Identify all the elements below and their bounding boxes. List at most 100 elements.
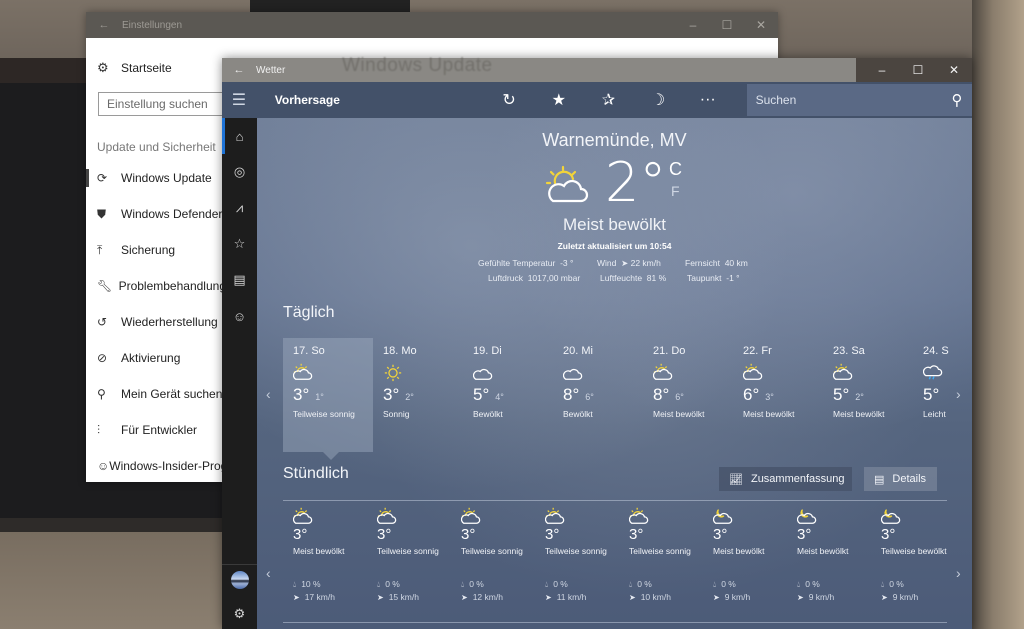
hourly-item: 3° Teilweise bewölkt 💧︎ 0 % ➤ 9 km/h xyxy=(871,506,955,602)
nav-maps[interactable]: ◎ xyxy=(222,154,257,190)
weather-toolbar: ☰ Vorhersage ↻ ★ ✰ ☽ ··· Suchen ⚲ xyxy=(222,82,973,118)
day-condition: Leicht xyxy=(923,409,946,419)
unit-fahrenheit-toggle[interactable]: F xyxy=(671,183,680,199)
list-document-icon: ▤ xyxy=(874,473,885,486)
precipitation-value: 0 % xyxy=(385,579,400,589)
hour-condition: Meist bewölkt xyxy=(293,546,345,556)
nav-forecast-home[interactable]: ⌂ xyxy=(222,118,257,154)
unpin-icon[interactable]: ✰ xyxy=(584,90,634,110)
minimize-button[interactable]: – xyxy=(864,63,900,77)
summary-button[interactable]: 📈︎ Zusammenfassung xyxy=(719,467,852,491)
wind: ➤ 9 km/h xyxy=(797,592,871,602)
weather-search-placeholder: Suchen xyxy=(755,93,797,107)
partly-moon-icon xyxy=(880,506,955,524)
back-arrow-icon[interactable]: ← xyxy=(86,19,122,31)
hourly-prev-arrow-icon[interactable]: ‹ xyxy=(266,565,271,581)
settings-titlebar: ← Einstellungen – ☐ ✕ xyxy=(86,12,778,38)
current-conditions: Warnemünde, MV 2° C F Meist bewölkt Zule… xyxy=(257,130,972,290)
settings-item-windows-defender[interactable]: ⛊ Windows Defender xyxy=(86,196,226,232)
wrench-icon: 🔧︎ xyxy=(97,279,113,293)
humidity-label: Luftfeuchte xyxy=(600,273,643,283)
settings-item-label: Problembehandlung xyxy=(118,279,226,293)
minimize-button[interactable]: – xyxy=(676,18,710,32)
close-button[interactable]: ✕ xyxy=(936,63,972,77)
hour-temp: 3° xyxy=(713,526,728,543)
current-details: Gefühlte Temperatur -3 ° Wind ➤ 22 km/h … xyxy=(257,258,972,290)
precipitation-value: 0 % xyxy=(889,579,904,589)
daily-item[interactable]: 18. Mo 3° 2° Sonnig xyxy=(373,338,463,452)
settings-home-link[interactable]: ⚙ Startseite xyxy=(86,53,226,83)
hamburger-menu-icon[interactable]: ☰ xyxy=(222,90,256,110)
weather-main: Warnemünde, MV 2° C F Meist bewölkt Zule… xyxy=(257,118,972,629)
settings-section-title: Update und Sicherheit xyxy=(97,140,216,154)
current-temperature: 2° xyxy=(605,151,667,214)
settings-item-aktivierung[interactable]: ⊘ Aktivierung xyxy=(86,340,226,376)
chart-icon: ⩘ xyxy=(235,200,244,215)
wind-direction-icon: ➤ xyxy=(629,593,636,602)
high-temp: 8° xyxy=(563,385,580,404)
nav-news[interactable]: ▤ xyxy=(222,262,257,298)
weather-search-input[interactable]: Suchen ⚲ xyxy=(746,84,973,116)
day-temps: 6° 3° xyxy=(743,385,823,405)
unit-celsius-toggle[interactable]: C xyxy=(669,159,682,180)
refresh-icon[interactable]: ↻ xyxy=(484,90,534,110)
moon-icon[interactable]: ☽ xyxy=(633,90,683,110)
day-name: 20. Mi xyxy=(563,345,593,357)
settings-item-sicherung[interactable]: ⤒ Sicherung xyxy=(86,232,226,268)
settings-item-fuer-entwickler[interactable]: ⫶ Für Entwickler xyxy=(86,412,226,448)
raindrop-icon: 💧︎ xyxy=(545,580,549,589)
raindrop-icon: 💧︎ xyxy=(293,580,297,589)
more-options-button[interactable]: ··· xyxy=(683,91,733,109)
high-temp: 6° xyxy=(743,385,760,404)
daily-item[interactable]: 20. Mi 8° 6° Bewölkt xyxy=(553,338,643,452)
daily-item[interactable]: 23. Sa 5° 2° Meist bewölkt xyxy=(823,338,913,452)
hour-temp: 3° xyxy=(629,526,644,543)
insider-icon: ☺ xyxy=(97,459,110,473)
wind-direction-icon: ➤ xyxy=(713,593,720,602)
wind-value: 9 km/h xyxy=(724,592,751,602)
daily-item[interactable]: 19. Di 5° 4° Bewölkt xyxy=(463,338,553,452)
settings-item-wiederherstellung[interactable]: ↺ Wiederherstellung xyxy=(86,304,226,340)
pressure-value: 1017,00 mbar xyxy=(527,273,581,283)
details-button[interactable]: ▤ Details xyxy=(864,467,937,491)
pressure-label: Luftdruck xyxy=(488,273,523,283)
visibility-value: 40 km xyxy=(724,258,748,268)
settings-nav: ⚙ Startseite Einstellung suchen Update u… xyxy=(86,38,258,484)
daily-item[interactable]: 22. Fr 6° 3° Meist bewölkt xyxy=(733,338,823,452)
settings-item-windows-insider[interactable]: ☺ Windows-Insider-Programm xyxy=(86,448,258,484)
settings-gear-icon[interactable]: ⚙ xyxy=(222,599,257,629)
nav-feedback[interactable]: ☺ xyxy=(222,298,257,334)
daily-prev-arrow-icon[interactable]: ‹ xyxy=(266,386,271,402)
back-arrow-icon[interactable]: ← xyxy=(222,64,256,76)
hourly-item: 3° Teilweise sonnig 💧︎ 0 % ➤ 10 km/h xyxy=(619,506,703,602)
favorite-star-icon[interactable]: ★ xyxy=(534,90,584,110)
nav-favorites[interactable]: ☆ xyxy=(222,226,257,262)
desktop-background xyxy=(250,0,410,12)
precipitation-value: 0 % xyxy=(469,579,484,589)
daily-item[interactable]: 17. So 3° 1° Teilweise sonnig xyxy=(283,338,373,460)
close-button[interactable]: ✕ xyxy=(744,18,778,32)
sky-avatar-icon[interactable] xyxy=(230,571,249,589)
settings-item-label: Windows Defender xyxy=(121,207,223,221)
maximize-button[interactable]: ☐ xyxy=(900,63,936,77)
precipitation-value: 10 % xyxy=(301,579,321,589)
settings-item-problembehandlung[interactable]: 🔧︎ Problembehandlung xyxy=(86,268,226,304)
precipitation: 💧︎ 0 % xyxy=(377,579,451,590)
hour-temp: 3° xyxy=(545,526,560,543)
raindrop-icon: 💧︎ xyxy=(881,580,885,589)
partly-sunny-icon xyxy=(460,506,535,524)
wind-direction-icon: ➤ xyxy=(461,593,468,602)
current-temp-row: 2° C F xyxy=(257,151,972,215)
search-icon[interactable]: ⚲ xyxy=(942,91,972,109)
settings-item-mein-geraet-suchen[interactable]: ⚲ Mein Gerät suchen xyxy=(86,376,226,412)
settings-item-windows-update[interactable]: ⟳ Windows Update xyxy=(86,160,226,196)
daily-item[interactable]: 24. S 5° Leicht xyxy=(913,338,972,452)
maximize-button[interactable]: ☐ xyxy=(710,18,744,32)
settings-item-label: Wiederherstellung xyxy=(121,315,218,329)
wind-direction-icon: ➤ xyxy=(881,593,888,602)
settings-search-input[interactable]: Einstellung suchen xyxy=(98,92,228,116)
low-temp: 2° xyxy=(405,392,414,402)
raindrop-icon: 💧︎ xyxy=(461,580,465,589)
nav-historical[interactable]: ⩘ xyxy=(222,190,257,226)
daily-item[interactable]: 21. Do 8° 6° Meist bewölkt xyxy=(643,338,733,452)
